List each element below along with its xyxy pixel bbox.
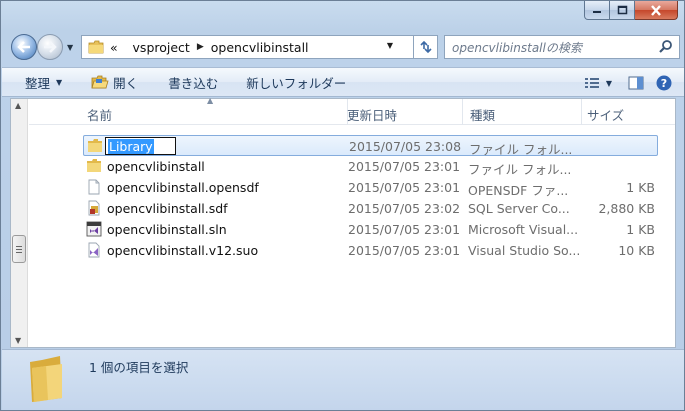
burn-button[interactable]: 書き込む — [162, 71, 224, 93]
arrow-right-icon — [44, 41, 57, 53]
file-type: Visual Studio So... — [468, 243, 581, 258]
burn-label: 書き込む — [168, 75, 219, 91]
file-date: 2015/07/05 23:08 — [349, 139, 462, 154]
minimize-button[interactable] — [584, 1, 610, 20]
organize-label: 整理 — [25, 75, 51, 91]
column-name[interactable]: 名前 — [87, 105, 112, 124]
file-size: 1 KB — [626, 222, 655, 237]
scrollbar-thumb[interactable] — [12, 235, 26, 263]
file-date: 2015/07/05 23:01 — [348, 243, 461, 258]
help-button[interactable]: ? — [652, 72, 684, 94]
file-type: SQL Server Co... — [468, 201, 570, 216]
file-date: 2015/07/05 23:01 — [348, 180, 461, 195]
minimize-icon — [593, 11, 601, 13]
vs-suo-icon — [88, 242, 100, 258]
column-date[interactable]: 更新日時 — [347, 105, 397, 124]
file-name: opencvlibinstall.sln — [107, 222, 227, 237]
rename-selected-text: Library — [108, 139, 154, 154]
svg-text:?: ? — [661, 77, 667, 90]
file-name: opencvlibinstall — [107, 159, 205, 174]
organize-button[interactable]: 整理 ▼ — [19, 71, 68, 93]
details-pane: 1 個の項目を選択 — [2, 349, 684, 410]
chevron-right-icon[interactable]: ▶ — [197, 42, 204, 52]
help-icon: ? — [656, 75, 672, 91]
search-box[interactable]: opencvlibinstallの検索 — [444, 35, 680, 59]
file-name: opencvlibinstall.opensdf — [107, 180, 259, 195]
file-row[interactable]: opencvlibinstall 2015/07/05 23:01 ファイル フ… — [83, 156, 658, 177]
close-button[interactable] — [635, 1, 678, 20]
file-name: opencvlibinstall.v12.suo — [107, 243, 259, 258]
search-placeholder: opencvlibinstallの検索 — [452, 40, 582, 55]
vertical-scrollbar[interactable]: ▲ ▼ — [11, 99, 28, 347]
explorer-window: ▼ « vsproject ▶ opencvlibinstall ▼ openc… — [0, 0, 685, 411]
file-size: 1 KB — [626, 180, 655, 195]
file-icon — [88, 179, 100, 195]
view-options-dropdown[interactable]: ▼ — [604, 72, 620, 94]
address-history-dropdown[interactable]: ▼ — [387, 41, 393, 50]
change-view-button[interactable] — [580, 72, 604, 94]
sort-ascending-icon: ▲ — [207, 96, 214, 105]
file-size: 10 KB — [618, 243, 655, 258]
search-icon[interactable] — [658, 39, 674, 55]
folder-icon — [87, 159, 101, 172]
breadcrumb-overflow[interactable]: « — [110, 40, 118, 55]
file-size: 2,880 KB — [598, 201, 655, 216]
forward-button[interactable] — [37, 34, 63, 60]
file-type: Microsoft Visual... — [468, 222, 579, 237]
breadcrumb-item-opencvlibinstall[interactable]: opencvlibinstall — [211, 40, 309, 55]
maximize-button[interactable] — [610, 1, 635, 20]
address-bar[interactable]: « vsproject ▶ opencvlibinstall ▼ — [81, 35, 438, 59]
preview-pane-icon — [628, 76, 644, 90]
refresh-button[interactable] — [413, 36, 437, 58]
file-date: 2015/07/05 23:01 — [348, 159, 461, 174]
file-row[interactable]: opencvlibinstall.opensdf 2015/07/05 23:0… — [83, 177, 658, 198]
file-list-pane: ▲ ▼ ▲ 名前 更新日時 種類 サイズ Library 2015/07/05 … — [10, 96, 676, 348]
file-row[interactable]: opencvlibinstall.v12.suo 2015/07/05 23:0… — [83, 240, 658, 261]
new-folder-button[interactable]: 新しいフォルダー — [240, 71, 352, 93]
file-date: 2015/07/05 23:02 — [348, 201, 461, 216]
file-name: opencvlibinstall.sdf — [107, 201, 228, 216]
recent-pages-dropdown[interactable]: ▼ — [67, 43, 73, 52]
arrow-left-icon — [17, 41, 30, 53]
maximize-icon — [617, 5, 627, 15]
chevron-down-icon: ▼ — [56, 77, 63, 87]
view-controls: ▼ ? — [580, 68, 684, 98]
open-folder-icon — [91, 75, 109, 88]
file-type: ファイル フォル... — [468, 162, 572, 177]
refresh-icon — [419, 40, 432, 54]
sql-file-icon — [88, 200, 100, 216]
file-row-library[interactable]: Library 2015/07/05 23:08 ファイル フォル... — [83, 135, 658, 157]
breadcrumb: « vsproject ▶ opencvlibinstall — [110, 40, 309, 55]
rename-input[interactable]: Library — [105, 137, 176, 155]
file-row[interactable]: opencvlibinstall.sdf 2015/07/05 23:02 SQ… — [83, 198, 658, 219]
new-folder-label: 新しいフォルダー — [246, 75, 347, 91]
view-list-icon — [584, 78, 599, 88]
file-row[interactable]: opencvlibinstall.sln 2015/07/05 23:01 Mi… — [83, 219, 658, 240]
column-headers: ▲ 名前 更新日時 種類 サイズ — [29, 96, 675, 125]
chevron-right-icon[interactable] — [123, 42, 126, 52]
selection-status: 1 個の項目を選択 — [89, 360, 189, 375]
open-button[interactable]: 開く — [85, 71, 144, 93]
back-button[interactable] — [11, 34, 37, 60]
column-size[interactable]: サイズ — [587, 105, 624, 124]
navigation-bar: ▼ « vsproject ▶ opencvlibinstall ▼ openc… — [9, 33, 680, 61]
file-type: OPENSDF ファ... — [468, 183, 569, 198]
vs-solution-icon — [86, 221, 102, 237]
caption-buttons — [584, 1, 678, 21]
folder-icon — [30, 356, 62, 402]
file-date: 2015/07/05 23:01 — [348, 222, 461, 237]
close-icon — [651, 4, 661, 16]
breadcrumb-item-vsproject[interactable]: vsproject — [133, 40, 190, 55]
command-bar: 整理 ▼ 開く 書き込む 新しいフォルダー ▼ ? — [2, 67, 684, 97]
open-label: 開く — [113, 75, 139, 91]
preview-pane-button[interactable] — [620, 72, 652, 94]
chevron-down-icon: ▼ — [605, 78, 612, 88]
folder-icon — [88, 139, 102, 152]
scroll-down-icon[interactable]: ▼ — [15, 336, 21, 345]
folder-icon — [88, 40, 104, 54]
column-type[interactable]: 種類 — [470, 105, 495, 124]
scroll-up-icon[interactable]: ▲ — [15, 101, 21, 110]
